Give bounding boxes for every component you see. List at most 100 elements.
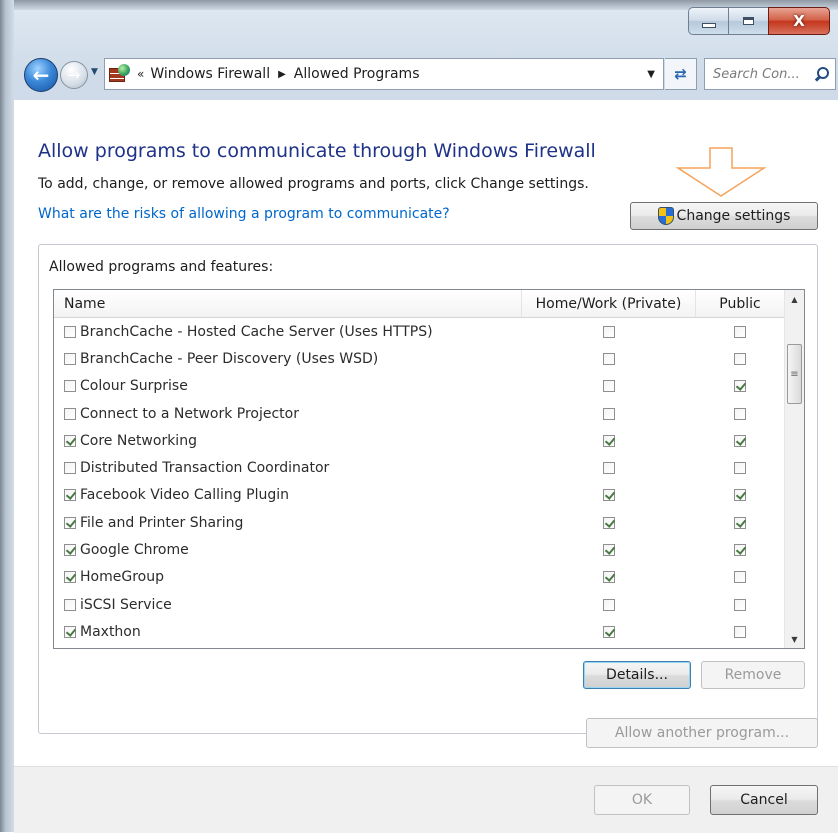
breadcrumb-windows-firewall[interactable]: Windows Firewall (150, 66, 270, 82)
table-row[interactable]: HomeGroup (54, 564, 784, 591)
table-row[interactable]: Distributed Transaction Coordinator (54, 454, 784, 481)
home-work-checkbox[interactable] (603, 571, 615, 584)
public-checkbox[interactable] (734, 352, 746, 365)
home-work-checkbox[interactable] (603, 380, 615, 393)
program-name: Core Networking (80, 432, 197, 449)
program-name-cell: Connect to a Network Projector (54, 406, 522, 422)
maximize-button[interactable] (728, 7, 768, 35)
breadcrumb-separator-icon[interactable]: ▶ (278, 69, 286, 80)
scroll-down-icon[interactable]: ▼ (785, 630, 804, 648)
program-name: Connect to a Network Projector (80, 405, 299, 422)
home-work-cell (522, 625, 696, 638)
ok-button[interactable]: OK (594, 785, 690, 815)
search-input[interactable] (711, 65, 811, 83)
table-row[interactable]: Connect to a Network Projector (54, 400, 784, 427)
back-button[interactable]: ← (24, 58, 58, 92)
program-enabled-checkbox[interactable] (64, 516, 76, 529)
scroll-thumb[interactable]: ≡ (787, 344, 802, 404)
column-header-name[interactable]: Name (54, 290, 522, 317)
program-enabled-checkbox[interactable] (64, 325, 76, 338)
details-button[interactable]: Details... (583, 661, 691, 689)
public-checkbox[interactable] (734, 407, 746, 420)
program-enabled-checkbox[interactable] (64, 544, 76, 557)
program-enabled-checkbox[interactable] (64, 407, 76, 420)
risks-help-link[interactable]: What are the risks of allowing a program… (38, 206, 450, 222)
program-name: Colour Surprise (80, 378, 188, 395)
program-enabled-checkbox[interactable] (64, 598, 76, 611)
home-work-checkbox[interactable] (603, 544, 615, 557)
home-work-checkbox[interactable] (603, 462, 615, 475)
public-checkbox[interactable] (734, 462, 746, 475)
table-row[interactable]: Core Networking (54, 427, 784, 454)
vertical-scrollbar[interactable]: ▲ ≡ ▼ (784, 290, 804, 648)
table-row[interactable]: Facebook Video Calling Plugin (54, 482, 784, 509)
program-name: HomeGroup (80, 569, 164, 586)
scroll-up-icon[interactable]: ▲ (785, 290, 804, 308)
forward-button[interactable]: → (60, 61, 88, 89)
program-enabled-checkbox[interactable] (64, 571, 76, 584)
public-checkbox[interactable] (734, 325, 746, 338)
program-enabled-checkbox[interactable] (64, 434, 76, 447)
recent-pages-dropdown[interactable]: ▼ (91, 67, 98, 77)
table-row[interactable]: File and Printer Sharing (54, 509, 784, 536)
public-cell (696, 571, 784, 584)
change-settings-button[interactable]: Change settings (630, 202, 818, 230)
program-enabled-checkbox[interactable] (64, 462, 76, 475)
close-button[interactable]: X (768, 7, 830, 35)
table-row[interactable]: Google Chrome (54, 536, 784, 563)
search-box[interactable] (704, 58, 836, 90)
home-work-checkbox[interactable] (603, 407, 615, 420)
minimize-icon (701, 22, 716, 28)
table-row[interactable]: BranchCache - Hosted Cache Server (Uses … (54, 318, 784, 345)
home-work-checkbox[interactable] (603, 489, 615, 502)
breadcrumb-allowed-programs[interactable]: Allowed Programs (294, 66, 420, 82)
public-checkbox[interactable] (734, 598, 746, 611)
program-enabled-checkbox[interactable] (64, 625, 76, 638)
program-name-cell: Maxthon (54, 624, 522, 640)
home-work-cell (522, 325, 696, 338)
program-enabled-checkbox[interactable] (64, 489, 76, 502)
cancel-button[interactable]: Cancel (710, 785, 818, 815)
allowed-programs-list[interactable]: Name Home/Work (Private) Public BranchCa… (53, 289, 805, 649)
allow-another-program-button[interactable]: Allow another program... (586, 718, 818, 748)
home-work-cell (522, 571, 696, 584)
address-bar[interactable]: « Windows Firewall ▶ Allowed Programs ▼ (104, 58, 664, 90)
home-work-checkbox[interactable] (603, 434, 615, 447)
remove-button[interactable]: Remove (701, 661, 805, 689)
program-name: Maxthon (80, 623, 141, 640)
home-work-checkbox[interactable] (603, 352, 615, 365)
table-row[interactable]: Colour Surprise (54, 373, 784, 400)
column-header-public[interactable]: Public (696, 290, 784, 317)
public-checkbox[interactable] (734, 489, 746, 502)
refresh-button[interactable]: ⇄ (665, 58, 697, 90)
public-checkbox[interactable] (734, 544, 746, 557)
home-work-checkbox[interactable] (603, 598, 615, 611)
table-row[interactable]: BranchCache - Peer Discovery (Uses WSD) (54, 345, 784, 372)
table-row[interactable]: Maxthon (54, 618, 784, 645)
search-icon[interactable] (814, 67, 829, 82)
program-enabled-checkbox[interactable] (64, 352, 76, 365)
public-checkbox[interactable] (734, 625, 746, 638)
public-checkbox[interactable] (734, 571, 746, 584)
arrow-left-icon: ← (32, 63, 50, 87)
address-dropdown-icon[interactable]: ▼ (647, 69, 655, 80)
home-work-checkbox[interactable] (603, 516, 615, 529)
minimize-button[interactable] (688, 7, 728, 35)
breadcrumb-overflow[interactable]: « (137, 67, 144, 81)
home-work-cell (522, 407, 696, 420)
home-work-cell (522, 544, 696, 557)
column-header-home-work[interactable]: Home/Work (Private) (522, 290, 696, 317)
program-name-cell: Google Chrome (54, 542, 522, 558)
list-header: Name Home/Work (Private) Public (54, 290, 784, 318)
public-cell (696, 380, 784, 393)
public-checkbox[interactable] (734, 380, 746, 393)
home-work-checkbox[interactable] (603, 625, 615, 638)
list-rows: BranchCache - Hosted Cache Server (Uses … (54, 318, 784, 646)
public-checkbox[interactable] (734, 434, 746, 447)
table-row[interactable]: iSCSI Service (54, 591, 784, 618)
home-work-checkbox[interactable] (603, 325, 615, 338)
caption-buttons: X (688, 7, 830, 35)
program-name: Google Chrome (80, 542, 189, 559)
public-checkbox[interactable] (734, 516, 746, 529)
program-enabled-checkbox[interactable] (64, 380, 76, 393)
